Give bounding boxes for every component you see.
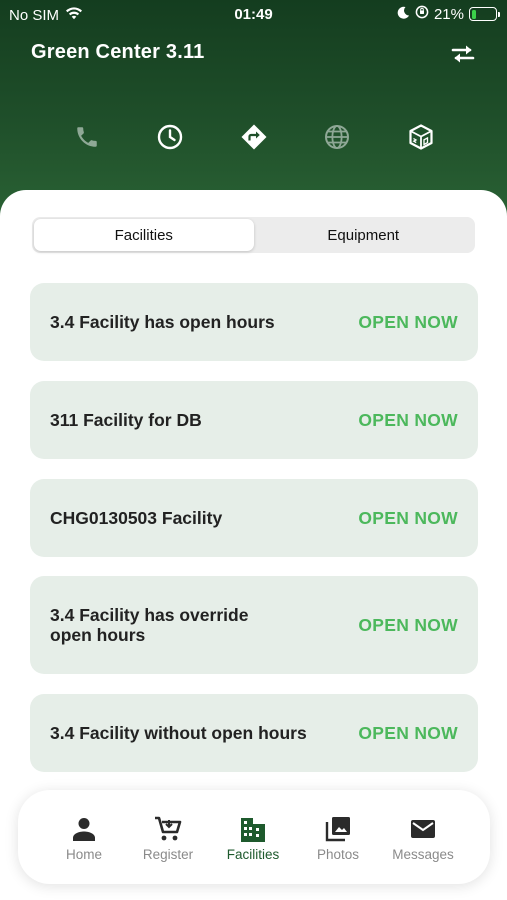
photos-icon bbox=[324, 814, 352, 844]
open-status-badge: OPEN NOW bbox=[358, 507, 458, 528]
orientation-lock-icon bbox=[415, 5, 429, 23]
status-bar: No SIM 01:49 21% bbox=[0, 4, 507, 26]
facility-card[interactable]: 3.4 Facility has open hours OPEN NOW bbox=[30, 283, 478, 361]
facility-name: 3.4 Facility without open hours bbox=[50, 723, 307, 743]
facility-card[interactable]: CHG0130503 Facility OPEN NOW bbox=[30, 479, 478, 557]
quick-actions bbox=[0, 120, 507, 154]
header: No SIM 01:49 21% Green Center 3.11 bbox=[0, 0, 507, 220]
facility-name: CHG0130503 Facility bbox=[50, 508, 223, 528]
facility-name: 311 Facility for DB bbox=[50, 410, 202, 430]
open-status-badge: OPEN NOW bbox=[358, 311, 458, 332]
tab-label: Register bbox=[142, 847, 194, 862]
bottom-tab-bar: Home Register Facilities Photos Messages bbox=[18, 790, 490, 884]
battery-fill bbox=[471, 9, 477, 19]
hours-button[interactable] bbox=[153, 120, 187, 154]
moon-icon bbox=[397, 6, 410, 23]
switch-location-button[interactable] bbox=[449, 41, 477, 67]
mail-icon bbox=[409, 814, 437, 844]
facility-name: 3.4 Facility has open hours bbox=[50, 312, 275, 332]
call-button[interactable] bbox=[70, 120, 104, 154]
phone-icon bbox=[77, 127, 97, 147]
directions-button[interactable] bbox=[237, 120, 271, 154]
tab-messages[interactable]: Messages bbox=[380, 790, 466, 884]
tab-facilities-nav[interactable]: Facilities bbox=[210, 790, 296, 884]
facility-card[interactable]: 311 Facility for DB OPEN NOW bbox=[30, 381, 478, 459]
facility-card[interactable]: 3.4 Facility without open hours OPEN NOW bbox=[30, 694, 478, 772]
tab-facilities[interactable]: Facilities bbox=[34, 219, 254, 251]
directions-icon bbox=[241, 124, 267, 150]
facility-name: 3.4 Facility has override open hours bbox=[50, 605, 249, 645]
cart-icon bbox=[153, 814, 183, 844]
cube-3d-icon bbox=[409, 124, 433, 150]
facility-card[interactable]: 3.4 Facility has override open hours OPE… bbox=[30, 576, 478, 674]
open-status-badge: OPEN NOW bbox=[358, 409, 458, 430]
tab-register[interactable]: Register bbox=[125, 790, 211, 884]
building-icon bbox=[238, 814, 268, 844]
battery-percent: 21% bbox=[433, 5, 464, 23]
swap-arrows-icon bbox=[451, 45, 475, 63]
battery-icon bbox=[469, 7, 500, 21]
tab-photos[interactable]: Photos bbox=[295, 790, 381, 884]
tab-label: Facilities bbox=[226, 847, 280, 862]
open-status-badge: OPEN NOW bbox=[358, 722, 458, 743]
status-right: 21% bbox=[397, 5, 500, 23]
clock-icon bbox=[157, 124, 183, 150]
tab-home[interactable]: Home bbox=[41, 790, 127, 884]
open-status-badge: OPEN NOW bbox=[358, 614, 458, 635]
tab-label: Home bbox=[65, 847, 102, 862]
3d-view-button[interactable] bbox=[404, 120, 438, 154]
page-title: Green Center 3.11 bbox=[31, 41, 205, 63]
person-icon bbox=[70, 814, 98, 844]
tab-equipment[interactable]: Equipment bbox=[254, 219, 474, 251]
tab-label: Messages bbox=[392, 847, 454, 862]
globe-icon bbox=[325, 125, 349, 149]
segmented-control: Facilities Equipment bbox=[32, 217, 475, 253]
tab-label: Photos bbox=[316, 847, 360, 862]
website-button[interactable] bbox=[320, 120, 354, 154]
